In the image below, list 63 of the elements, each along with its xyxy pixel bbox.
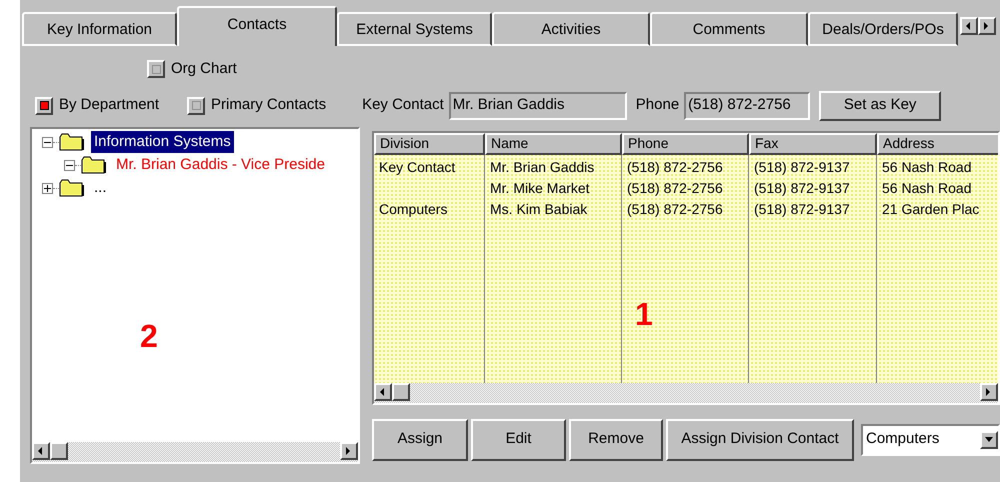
folder-icon xyxy=(81,156,107,174)
tab[interactable]: Deals/Orders/POs xyxy=(808,12,958,46)
checkbox-label: Primary Contacts xyxy=(211,95,326,116)
tab-scroll-left-button[interactable] xyxy=(960,17,978,35)
tab[interactable]: Key Information xyxy=(22,12,177,46)
checkbox[interactable] xyxy=(35,96,53,114)
checkbox[interactable] xyxy=(187,96,206,114)
table-cell: 56 Nash Road xyxy=(882,180,972,196)
annotation-number: 1 xyxy=(635,295,653,334)
checkbox-label: Org Chart xyxy=(171,59,237,79)
set-as-key-button[interactable]: Set as Key xyxy=(819,90,942,120)
scroll-right-button[interactable] xyxy=(980,382,998,400)
division-dropdown[interactable]: Computers xyxy=(861,424,1000,456)
checkbox[interactable] xyxy=(147,60,165,78)
table-cell: Mr. Mike Market xyxy=(490,180,590,196)
tree-item[interactable]: Mr. Brian Gaddis - Vice Preside xyxy=(113,154,328,176)
table-cell: (518) 872-2756 xyxy=(627,200,723,216)
table-cell: Computers xyxy=(379,200,448,216)
action-button[interactable]: Assign Division Contact xyxy=(666,418,854,460)
table-cell: 56 Nash Road xyxy=(882,158,972,174)
table-cell: (518) 872-9137 xyxy=(754,158,850,174)
tab[interactable]: Comments xyxy=(650,12,808,46)
column-header[interactable]: Phone xyxy=(622,132,749,154)
field-label: Key Contact xyxy=(362,95,444,116)
action-button[interactable]: Assign xyxy=(372,418,468,460)
scroll-thumb[interactable] xyxy=(392,382,410,400)
table-cell: (518) 872-9137 xyxy=(754,200,850,216)
table-cell: (518) 872-2756 xyxy=(627,158,723,174)
tab[interactable]: Activities xyxy=(492,12,650,46)
column-header[interactable]: Name xyxy=(485,132,622,154)
dropdown-button[interactable] xyxy=(980,430,998,448)
table-cell: (518) 872-9137 xyxy=(754,180,850,196)
checkbox-label: By Department xyxy=(59,95,160,116)
scroll-right-button[interactable] xyxy=(340,442,358,460)
action-button[interactable]: Remove xyxy=(569,418,663,460)
tab[interactable]: External Systems xyxy=(337,12,492,46)
scroll-thumb[interactable] xyxy=(50,442,68,460)
tab[interactable]: Contacts xyxy=(177,6,337,46)
table-cell: Mr. Brian Gaddis xyxy=(490,158,594,174)
horizontal-scrollbar[interactable] xyxy=(374,382,998,402)
tab-scroll-right-button[interactable] xyxy=(978,17,996,35)
table-cell: (518) 872-2756 xyxy=(627,180,723,196)
tree-item[interactable]: ... xyxy=(91,176,110,200)
column-header[interactable]: Address xyxy=(877,132,998,154)
horizontal-scrollbar[interactable] xyxy=(32,442,358,462)
table-cell: 21 Garden Plac xyxy=(882,200,980,216)
table-cell: Key Contact xyxy=(379,158,456,174)
folder-icon xyxy=(59,133,85,151)
expand-icon[interactable] xyxy=(42,182,53,194)
scroll-left-button[interactable] xyxy=(374,382,392,400)
table-cell: Ms. Kim Babiak xyxy=(490,200,588,216)
annotation-number: 2 xyxy=(140,317,158,356)
field-label: Phone xyxy=(636,95,680,116)
folder-icon xyxy=(59,179,85,197)
column-header[interactable]: Fax xyxy=(749,132,877,154)
phone-field[interactable]: (518) 872-2756 xyxy=(684,92,810,120)
key-contact-field[interactable]: Mr. Brian Gaddis xyxy=(448,92,627,120)
collapse-icon[interactable] xyxy=(42,136,53,148)
tree-item[interactable]: Information Systems xyxy=(91,130,234,154)
collapse-icon[interactable] xyxy=(64,160,75,170)
action-button[interactable]: Edit xyxy=(471,418,566,460)
scroll-left-button[interactable] xyxy=(32,442,50,460)
column-header[interactable]: Division xyxy=(374,132,485,154)
